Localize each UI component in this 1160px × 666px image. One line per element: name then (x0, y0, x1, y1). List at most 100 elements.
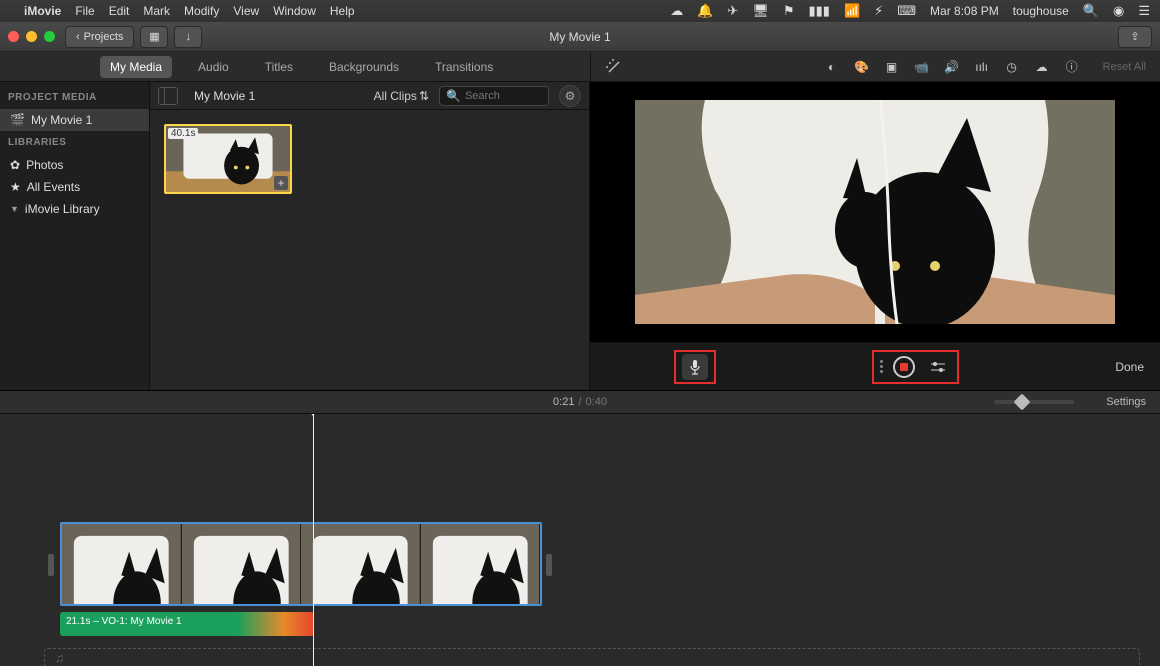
video-clip-filmstrip (62, 524, 540, 606)
voiceover-clip[interactable]: 21.1s – VO-1: My Movie 1 (60, 612, 314, 636)
add-clip-button[interactable]: + (274, 176, 288, 190)
tab-titles[interactable]: Titles (255, 56, 303, 78)
timeline-settings-button[interactable]: Settings (1106, 396, 1146, 408)
sidebar-section-project-media: PROJECT MEDIA (0, 86, 149, 109)
enhance-wand-icon[interactable] (605, 58, 623, 76)
menubar-user[interactable]: toughouse (1013, 4, 1069, 18)
voiceover-clip-label: 21.1s – VO-1: My Movie 1 (66, 616, 182, 627)
record-button[interactable] (893, 356, 915, 378)
main-area: PROJECT MEDIA 🎬 My Movie 1 LIBRARIES ✿ P… (0, 82, 1160, 390)
clip-thumbnail[interactable]: 40.1s + (164, 124, 292, 194)
tab-backgrounds[interactable]: Backgrounds (319, 56, 409, 78)
preview-image (635, 100, 1115, 324)
menu-item-modify[interactable]: Modify (184, 4, 219, 18)
speed-icon[interactable]: ◷ (1003, 58, 1021, 76)
reset-all-button[interactable]: Reset All (1103, 61, 1146, 73)
sidebar-item-all-events[interactable]: ★ All Events (0, 176, 149, 198)
viewer-controls: Done (590, 342, 1160, 390)
caret-down-icon: ▼ (10, 204, 19, 214)
sliders-icon (930, 360, 946, 374)
playhead[interactable] (313, 414, 314, 666)
menubar-left: iMovie File Edit Mark Modify View Window… (10, 4, 355, 18)
tabs-row: My Media Audio Titles Backgrounds Transi… (0, 52, 1160, 82)
chevron-left-icon: ‹ (76, 31, 80, 43)
battery-icon[interactable]: ▮▮▮ (808, 3, 829, 19)
panel-toggle-button[interactable] (158, 87, 178, 105)
notification-icon[interactable]: 🔔 (697, 3, 713, 19)
menu-item-mark[interactable]: Mark (143, 4, 170, 18)
timeline-zoom-slider[interactable] (994, 400, 1074, 404)
info-icon[interactable]: ⓘ (1063, 58, 1081, 76)
search-icon: 🔍 (446, 89, 461, 103)
menubar-clock[interactable]: Mar 8:08 PM (930, 4, 999, 18)
menu-item-file[interactable]: File (75, 4, 94, 18)
search-input[interactable] (465, 90, 545, 102)
volume-icon[interactable]: 🔊 (943, 58, 961, 76)
bluetooth-icon[interactable]: ⚑ (783, 3, 795, 19)
projects-back-button[interactable]: ‹ Projects (65, 26, 134, 48)
voiceover-button-highlight (674, 350, 716, 384)
window-toolbar: ‹ Projects ▦ ↓ My Movie 1 ⇪ (0, 22, 1160, 52)
browser-gear-button[interactable]: ⚙ (559, 85, 581, 107)
done-button[interactable]: Done (1115, 360, 1144, 374)
close-window-button[interactable] (8, 31, 19, 42)
wechat-icon[interactable]: ☁︎ (670, 3, 683, 19)
gear-icon: ⚙ (565, 89, 576, 103)
timeline[interactable]: 21.1s – VO-1: My Movie 1 ♫ (0, 414, 1160, 666)
zoom-knob[interactable] (1014, 394, 1031, 411)
zoom-window-button[interactable] (44, 31, 55, 42)
spotlight-icon[interactable]: 🔍 (1083, 3, 1099, 19)
sidebar-item-project[interactable]: 🎬 My Movie 1 (0, 109, 149, 131)
menu-item-help[interactable]: Help (330, 4, 355, 18)
search-field[interactable]: 🔍 (439, 86, 549, 106)
preview-viewer[interactable] (590, 82, 1160, 342)
minimize-window-button[interactable] (26, 31, 37, 42)
color-correction-icon[interactable]: 🎨 (853, 58, 871, 76)
media-browser: My Movie 1 All Clips ⇅ 🔍 ⚙ (150, 82, 590, 390)
sidebar-item-imovie-library[interactable]: ▼ iMovie Library (0, 198, 149, 220)
stabilization-icon[interactable]: 📹 (913, 58, 931, 76)
media-tabs: My Media Audio Titles Backgrounds Transi… (0, 52, 590, 81)
sidebar-item-label: My Movie 1 (31, 113, 92, 127)
voiceover-button[interactable] (682, 354, 708, 380)
playhead-time: 0:21 (553, 396, 574, 408)
star-icon: ★ (10, 180, 21, 194)
menu-item-view[interactable]: View (233, 4, 259, 18)
voiceover-options-button[interactable] (925, 354, 951, 380)
color-balance-icon[interactable]: ◐ (823, 58, 841, 76)
crop-icon[interactable]: ▣ (883, 58, 901, 76)
tab-audio[interactable]: Audio (188, 56, 239, 78)
wifi-icon[interactable]: 📶 (844, 3, 860, 19)
clip-filter-icon[interactable]: ☁︎ (1033, 58, 1051, 76)
clip-filter-dropdown[interactable]: All Clips ⇅ (374, 89, 429, 103)
charge-icon[interactable]: ⚡︎ (874, 3, 883, 19)
input-icon[interactable]: ⌨︎ (897, 3, 916, 19)
location-icon[interactable]: ✈︎ (727, 3, 738, 19)
browser-header: My Movie 1 All Clips ⇅ 🔍 ⚙ (150, 82, 589, 110)
background-music-well[interactable]: ♫ (44, 648, 1140, 666)
tab-my-media[interactable]: My Media (100, 56, 172, 78)
display-icon[interactable]: 🖥 (752, 3, 769, 19)
siri-icon[interactable]: ◉ (1113, 3, 1124, 19)
import-button[interactable]: ↓ (174, 26, 202, 48)
control-center-icon[interactable]: ☰ (1138, 3, 1150, 19)
noise-reduction-icon[interactable]: ıılı (973, 58, 991, 76)
music-note-icon: ♫ (55, 651, 64, 665)
clip-trim-handle-left[interactable] (48, 554, 54, 576)
video-clip[interactable] (60, 522, 542, 606)
browser-body: 40.1s + (150, 110, 589, 390)
menu-item-window[interactable]: Window (273, 4, 316, 18)
share-button[interactable]: ⇪ (1118, 26, 1152, 48)
view-layout-button[interactable]: ▦ (140, 26, 168, 48)
share-icon: ⇪ (1130, 30, 1139, 43)
app-name[interactable]: iMovie (24, 4, 61, 18)
sidebar-item-label: Photos (26, 158, 63, 172)
menu-item-edit[interactable]: Edit (109, 4, 130, 18)
clip-trim-handle-right[interactable] (546, 554, 552, 576)
sidebar-item-photos[interactable]: ✿ Photos (0, 154, 149, 176)
timeline-header: 0:21 / 0:40 Settings (0, 390, 1160, 414)
tab-transitions[interactable]: Transitions (425, 56, 503, 78)
microphone-icon (688, 359, 702, 375)
window-title: My Movie 1 (549, 30, 610, 44)
clip-duration-badge: 40.1s (168, 128, 198, 139)
